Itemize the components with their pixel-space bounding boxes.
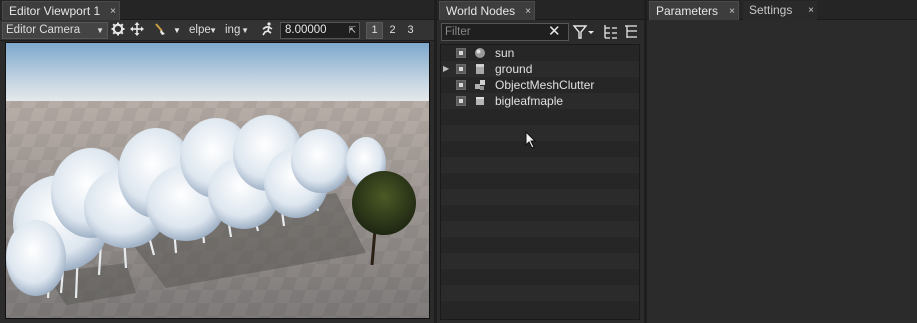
empty-row (441, 173, 639, 189)
tree-row-objectmeshclutter[interactable]: ObjectMeshClutter (441, 77, 639, 93)
node-label: ObjectMeshClutter (495, 78, 595, 92)
empty-row (441, 125, 639, 141)
tree-row-sun[interactable]: sun (441, 45, 639, 61)
empty-row (441, 285, 639, 301)
scene-render (6, 43, 429, 318)
camera-slot-label: 2 (389, 24, 396, 36)
tab-label: Settings (749, 3, 793, 17)
chevron-down-icon[interactable]: ▼ (172, 22, 182, 39)
expand-arrow-icon[interactable]: ▶ (443, 64, 449, 73)
camera-slot-1-button[interactable]: 1 (366, 22, 383, 39)
move-icon[interactable] (129, 22, 145, 39)
filter-placeholder: Filter (445, 26, 471, 38)
parameters-tabbar: Parameters × Settings × (647, 0, 917, 20)
funnel-icon (572, 25, 594, 39)
tab-label: Parameters (656, 4, 719, 18)
expand-all-icon[interactable] (623, 23, 639, 41)
render-mode-select-value: ing (225, 24, 241, 36)
empty-row (441, 301, 639, 317)
brush-icon[interactable] (152, 22, 168, 39)
world-nodes-tabbar: World Nodes × (437, 0, 645, 20)
empty-row (441, 157, 639, 173)
spin-arrows-icon[interactable]: ⇱ (348, 23, 356, 38)
tab-parameters[interactable]: Parameters × (649, 1, 739, 20)
empty-row (441, 141, 639, 157)
sun-icon (474, 47, 486, 59)
camera-speed-value: 8.00000 (285, 24, 327, 36)
camera-select-value: Editor Camera (6, 24, 81, 36)
viewport-render-area[interactable] (5, 42, 430, 319)
viewport-toolbar: Editor Camera ▼ ▼ elpe ▼ ing ▼ 8.00000 ⇱… (0, 20, 434, 41)
filter-type-button[interactable] (572, 23, 596, 41)
clutter-icon (474, 79, 486, 91)
mesh-icon (474, 95, 486, 107)
chevron-down-icon: ▼ (96, 26, 104, 35)
node-tree[interactable]: sun ▶ ground ObjectMeshClutter bigleafma… (440, 44, 640, 320)
helpers-select-value: elpe (189, 24, 211, 36)
node-label: bigleafmaple (495, 94, 564, 108)
camera-speed-field[interactable]: 8.00000 ⇱ (280, 22, 360, 39)
empty-row (441, 269, 639, 285)
close-icon[interactable]: × (729, 2, 735, 21)
collapse-all-icon[interactable] (602, 23, 618, 41)
tab-settings[interactable]: Settings × (743, 1, 817, 20)
helpers-select[interactable]: elpe ▼ (185, 22, 221, 39)
running-man-icon[interactable] (259, 22, 275, 39)
enabled-checkbox[interactable] (456, 64, 466, 74)
camera-slot-label: 1 (371, 24, 378, 36)
empty-row (441, 109, 639, 125)
chevron-down-icon: ▼ (209, 26, 217, 35)
node-label: sun (495, 46, 515, 60)
clear-filter-icon[interactable]: ✕ (548, 24, 562, 40)
empty-row (441, 237, 639, 253)
tree-row-ground[interactable]: ▶ ground (441, 61, 639, 77)
tab-world-nodes[interactable]: World Nodes × (439, 1, 535, 20)
viewport-tabbar: Editor Viewport 1 × (0, 0, 434, 20)
camera-slot-2-button[interactable]: 2 (384, 22, 401, 39)
empty-row (441, 189, 639, 205)
node-label: ground (495, 62, 533, 76)
tab-label: World Nodes (446, 4, 516, 18)
mouse-cursor-icon (525, 131, 537, 149)
camera-select[interactable]: Editor Camera ▼ (2, 22, 108, 39)
empty-row (441, 221, 639, 237)
enabled-checkbox[interactable] (456, 48, 466, 58)
camera-slot-3-button[interactable]: 3 (402, 22, 419, 39)
enabled-checkbox[interactable] (456, 96, 466, 106)
render-mode-select[interactable]: ing ▼ (221, 22, 253, 39)
close-icon[interactable]: × (110, 2, 116, 21)
tree-row-bigleafmaple[interactable]: bigleafmaple (441, 93, 639, 109)
enabled-checkbox[interactable] (456, 80, 466, 90)
editor-viewport-panel: Editor Viewport 1 × Editor Camera ▼ ▼ el… (0, 0, 434, 323)
tab-editor-viewport[interactable]: Editor Viewport 1 × (2, 1, 120, 20)
camera-slot-label: 3 (407, 24, 414, 36)
parameters-panel: Parameters × Settings × (647, 0, 917, 323)
tab-label: Editor Viewport 1 (9, 4, 101, 18)
close-icon[interactable]: × (525, 2, 531, 21)
empty-row (441, 253, 639, 269)
object-icon (474, 63, 486, 75)
close-icon[interactable]: × (808, 1, 814, 20)
world-nodes-panel: World Nodes × Filter ✕ sun ▶ ground Obje… (437, 0, 645, 323)
chevron-down-icon: ▼ (241, 26, 249, 35)
empty-row (441, 205, 639, 221)
gear-icon[interactable] (110, 22, 126, 39)
